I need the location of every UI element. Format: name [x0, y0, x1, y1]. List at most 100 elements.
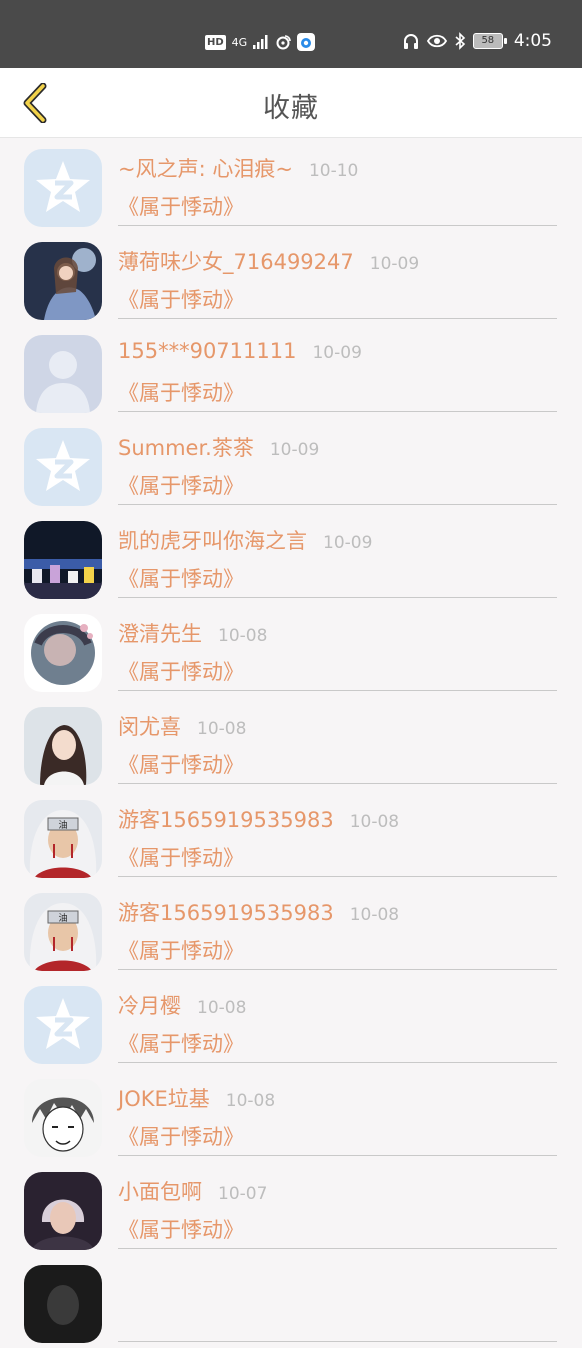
signal-label: 4G — [231, 35, 248, 49]
list-item[interactable]: 澄清先生 10-08 《属于悸动》 — [0, 604, 582, 697]
nav-header: 收藏 — [0, 68, 582, 138]
page-title: 收藏 — [263, 93, 319, 124]
name-line: ~风之声: 心泪痕~ 10-10 — [118, 153, 557, 187]
story-title[interactable]: 《属于悸动》 — [118, 284, 557, 314]
item-text: 闵尤喜 10-08 《属于悸动》 — [118, 711, 557, 784]
name-line: 凯的虎牙叫你海之言 10-09 — [118, 525, 557, 559]
avatar[interactable] — [24, 1079, 102, 1157]
signal-bars-icon — [253, 33, 269, 51]
avatar[interactable] — [24, 149, 102, 227]
list-item[interactable]: 凯的虎牙叫你海之言 10-09 《属于悸动》 — [0, 511, 582, 604]
story-title[interactable]: 《属于悸动》 — [118, 1214, 557, 1244]
item-date: 10-08 — [197, 998, 247, 1018]
story-title[interactable]: 《属于悸动》 — [118, 935, 557, 965]
item-text: 小面包啊 10-07 《属于悸动》 — [118, 1176, 557, 1249]
item-text: 游客1565919535983 10-08 《属于悸动》 — [118, 804, 557, 877]
list-item[interactable] — [0, 1255, 582, 1348]
list-item[interactable]: 冷月樱 10-08 《属于悸动》 — [0, 976, 582, 1069]
user-name[interactable]: 游客1565919535983 — [118, 804, 334, 834]
list-item[interactable]: JOKE垃基 10-08 《属于悸动》 — [0, 1069, 582, 1162]
user-name[interactable]: 凯的虎牙叫你海之言 — [118, 525, 307, 555]
story-title[interactable]: 《属于悸动》 — [118, 842, 557, 872]
item-text: 冷月樱 10-08 《属于悸动》 — [118, 990, 557, 1063]
user-name[interactable]: 冷月樱 — [118, 990, 181, 1020]
user-name[interactable]: 小面包啊 — [118, 1176, 202, 1206]
name-line: 冷月樱 10-08 — [118, 990, 557, 1024]
weibo-icon — [275, 33, 292, 51]
item-date: 10-07 — [218, 1184, 268, 1204]
avatar[interactable]: 油 — [24, 893, 102, 971]
item-date: 10-09 — [323, 533, 373, 553]
item-text: 澄清先生 10-08 《属于悸动》 — [118, 618, 557, 691]
story-title[interactable]: 《属于悸动》 — [118, 1028, 557, 1058]
user-name[interactable]: Summer.茶茶 — [118, 432, 254, 462]
story-title[interactable]: 《属于悸动》 — [118, 656, 557, 686]
name-line: 游客1565919535983 10-08 — [118, 897, 557, 931]
story-title[interactable]: 《属于悸动》 — [118, 1121, 557, 1151]
avatar[interactable] — [24, 335, 102, 413]
status-right: 58 4:05 — [402, 31, 552, 51]
list-item[interactable]: 油 游客1565919535983 10-08 《属于悸动》 — [0, 883, 582, 976]
svg-text:油: 油 — [58, 819, 67, 831]
item-text: 凯的虎牙叫你海之言 10-09 《属于悸动》 — [118, 525, 557, 598]
avatar[interactable] — [24, 428, 102, 506]
user-name[interactable]: 游客1565919535983 — [118, 897, 334, 927]
user-name[interactable]: JOKE垃基 — [118, 1083, 210, 1113]
item-date: 10-09 — [369, 254, 420, 274]
story-title[interactable]: 《属于悸动》 — [118, 470, 557, 500]
name-line: Summer.茶茶 10-09 — [118, 432, 557, 466]
user-name[interactable]: 澄清先生 — [118, 618, 202, 648]
item-text: 薄荷味少女_716499247 10-09 《属于悸动》 — [118, 246, 557, 319]
headphones-icon — [402, 32, 420, 50]
avatar[interactable] — [24, 986, 102, 1064]
list-item[interactable]: ~风之声: 心泪痕~ 10-10 《属于悸动》 — [0, 139, 582, 232]
story-title[interactable]: 《属于悸动》 — [118, 377, 557, 407]
item-text: JOKE垃基 10-08 《属于悸动》 — [118, 1083, 557, 1156]
item-date: 10-09 — [312, 343, 362, 363]
user-name[interactable]: 闵尤喜 — [118, 711, 181, 741]
eye-icon — [426, 32, 447, 50]
item-text: ~风之声: 心泪痕~ 10-10 《属于悸动》 — [118, 153, 557, 226]
item-text: 游客1565919535983 10-08 《属于悸动》 — [118, 897, 557, 970]
list-item[interactable]: Summer.茶茶 10-09 《属于悸动》 — [0, 418, 582, 511]
status-time: 4:05 — [513, 31, 552, 51]
name-line: JOKE垃基 10-08 — [118, 1083, 557, 1117]
list-item[interactable]: 闵尤喜 10-08 《属于悸动》 — [0, 697, 582, 790]
avatar[interactable] — [24, 707, 102, 785]
list-item[interactable]: 薄荷味少女_716499247 10-09 《属于悸动》 — [0, 232, 582, 325]
hd-icon: HD — [205, 34, 226, 50]
svg-text:油: 油 — [58, 912, 67, 924]
story-title[interactable]: 《属于悸动》 — [118, 191, 557, 221]
name-line: 155***90711111 10-09 — [118, 339, 557, 373]
avatar[interactable] — [24, 614, 102, 692]
browser-app-icon — [297, 33, 316, 51]
item-date: 10-08 — [218, 626, 268, 646]
name-line: 游客1565919535983 10-08 — [118, 804, 557, 838]
item-text: Summer.茶茶 10-09 《属于悸动》 — [118, 432, 557, 505]
user-name[interactable]: ~风之声: 心泪痕~ — [118, 153, 293, 183]
list-item[interactable]: 小面包啊 10-07 《属于悸动》 — [0, 1162, 582, 1255]
avatar[interactable] — [24, 521, 102, 599]
bluetooth-icon — [454, 32, 466, 50]
avatar[interactable] — [24, 242, 102, 320]
list-item[interactable]: 油 游客1565919535983 10-08 《属于悸动》 — [0, 790, 582, 883]
favorites-list: ~风之声: 心泪痕~ 10-10 《属于悸动》 薄荷味少女_716499247 … — [0, 139, 582, 1348]
name-line: 薄荷味少女_716499247 10-09 — [118, 246, 557, 280]
story-title[interactable]: 《属于悸动》 — [118, 749, 557, 779]
item-date: 10-08 — [349, 812, 400, 832]
avatar[interactable] — [24, 1265, 102, 1343]
status-center: HD 4G — [205, 33, 316, 51]
list-item[interactable]: 155***90711111 10-09 《属于悸动》 — [0, 325, 582, 418]
name-line: 小面包啊 10-07 — [118, 1176, 557, 1210]
item-text: 155***90711111 10-09 《属于悸动》 — [118, 339, 557, 412]
user-name[interactable]: 薄荷味少女_716499247 — [118, 246, 354, 276]
item-date: 10-09 — [269, 440, 320, 460]
avatar[interactable] — [24, 1172, 102, 1250]
name-line — [118, 1269, 557, 1303]
user-name[interactable]: 155***90711111 — [118, 339, 296, 363]
item-date: 10-08 — [225, 1091, 276, 1111]
name-line: 闵尤喜 10-08 — [118, 711, 557, 745]
name-line: 澄清先生 10-08 — [118, 618, 557, 652]
avatar[interactable]: 油 — [24, 800, 102, 878]
story-title[interactable]: 《属于悸动》 — [118, 563, 557, 593]
